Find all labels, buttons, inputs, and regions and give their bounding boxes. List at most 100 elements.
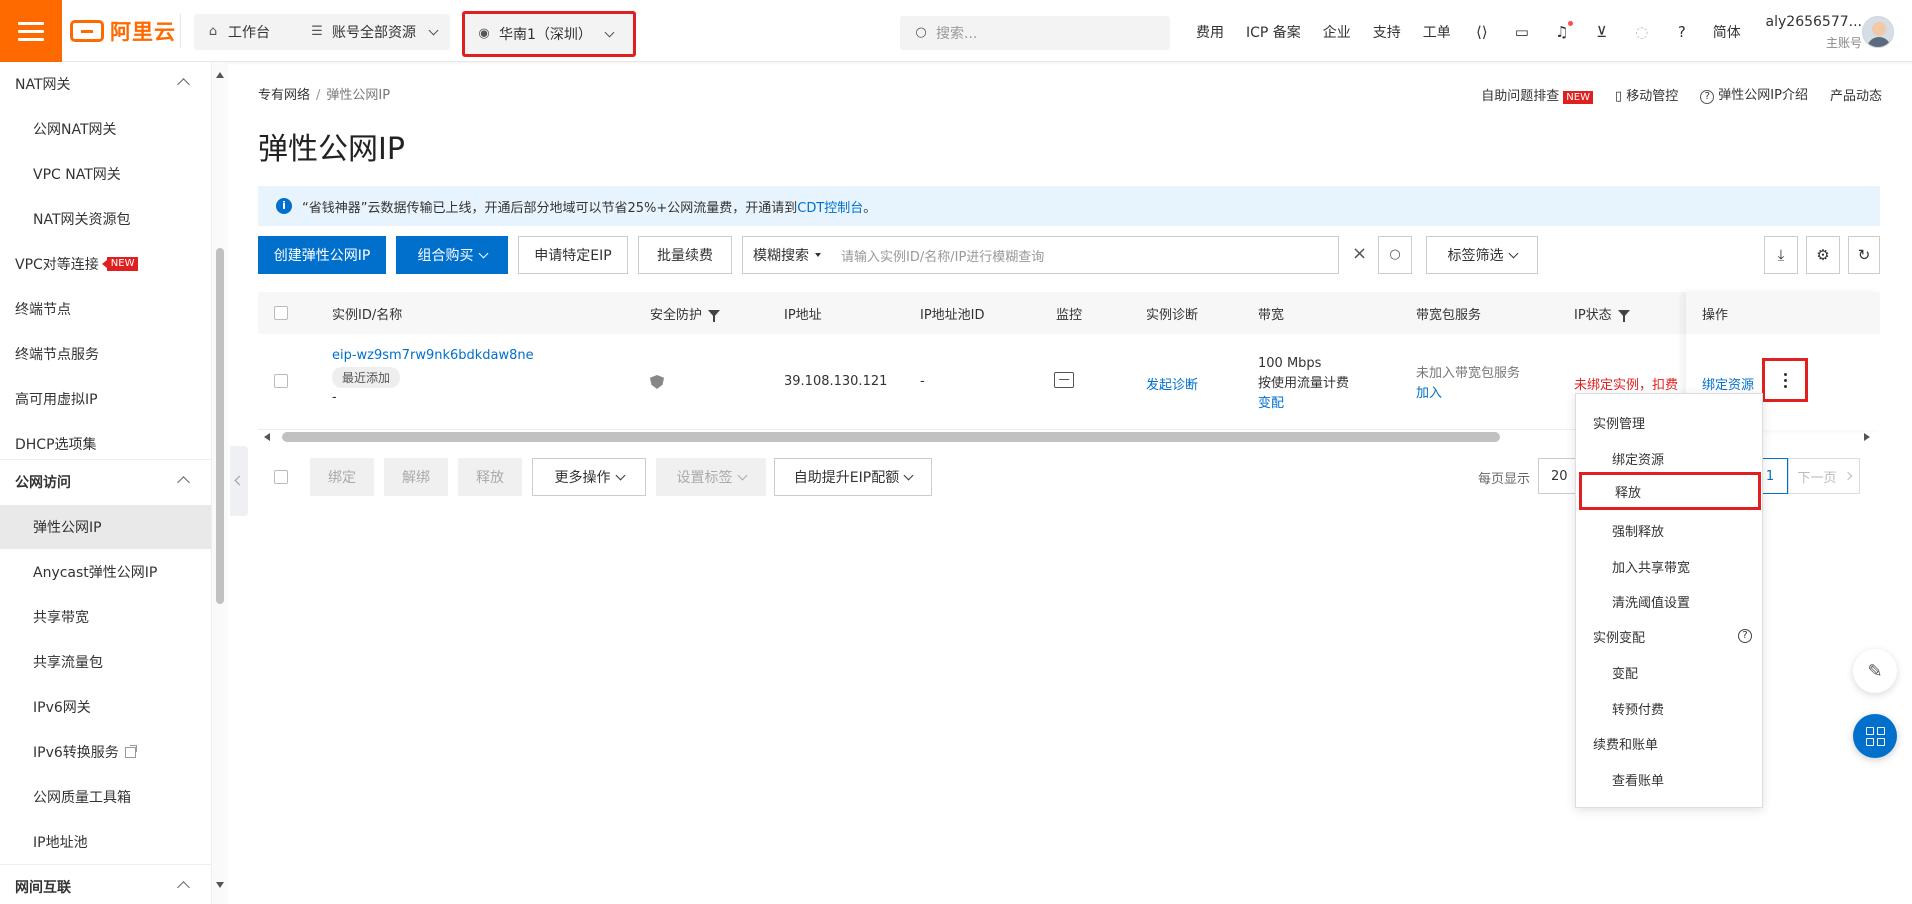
sidebar-item-vpc-nat[interactable]: VPC NAT网关	[0, 152, 211, 196]
scrollbar-thumb[interactable]	[216, 248, 224, 604]
bulk-release-button[interactable]: 释放	[458, 458, 522, 496]
search-button[interactable]: ○	[1378, 236, 1412, 274]
scrollbar-thumb[interactable]	[282, 432, 1500, 442]
sidebar-item-endpoint[interactable]: 终端节点	[0, 287, 211, 331]
apps-button[interactable]	[1853, 714, 1897, 758]
sidebar-collapse-button[interactable]	[230, 446, 248, 516]
row-checkbox[interactable]	[274, 374, 288, 388]
menu-item-convert-prepaid[interactable]: 转预付费	[1576, 690, 1764, 726]
sidebar-item-endpoint-service[interactable]: 终端节点服务	[0, 332, 211, 376]
troubleshoot-link[interactable]: 自助问题排查 NEW	[1481, 85, 1593, 104]
download-button[interactable]: ⤓	[1764, 236, 1798, 274]
scroll-down-icon[interactable]	[216, 882, 224, 888]
batch-renew-button[interactable]: 批量续费	[638, 236, 732, 274]
sidebar-item-ipv6-translation[interactable]: IPv6转换服务	[0, 730, 211, 774]
nav-icp[interactable]: ICP 备案	[1246, 22, 1301, 42]
checkbox[interactable]	[274, 470, 288, 484]
sidebar-group-nat[interactable]: NAT网关	[0, 62, 211, 106]
apply-specific-eip-button[interactable]: 申请特定EIP	[518, 236, 628, 274]
product-news-link[interactable]: 产品动态	[1830, 85, 1882, 104]
chevron-down-icon	[615, 470, 625, 480]
instance-search-input[interactable]: 请输入实例ID/名称/IP进行模糊查询	[827, 236, 1339, 274]
search-mode-select[interactable]: 模糊搜索	[742, 236, 828, 274]
menu-item-change-spec[interactable]: 变配	[1576, 654, 1764, 690]
cdt-console-link[interactable]: CDT控制台	[797, 201, 863, 216]
more-actions-button[interactable]	[1762, 358, 1808, 402]
set-tags-button[interactable]: 设置标签	[656, 458, 766, 496]
help-icon[interactable]: ?	[1673, 23, 1691, 41]
bulk-select-checkbox[interactable]	[274, 470, 288, 484]
sidebar-item-anycast-eip[interactable]: Anycast弹性公网IP	[0, 550, 211, 594]
menu-icon[interactable]	[0, 0, 62, 62]
nav-fees[interactable]: 费用	[1196, 22, 1224, 42]
code-icon[interactable]: ⟨⟩	[1473, 23, 1491, 41]
monitor-chart-icon[interactable]	[1054, 372, 1074, 388]
refresh-button[interactable]: ↻	[1848, 236, 1880, 274]
filter-icon[interactable]	[1617, 309, 1630, 322]
shield-icon[interactable]	[650, 375, 664, 389]
sidebar-item-shared-traffic[interactable]: 共享流量包	[0, 640, 211, 684]
filter-icon[interactable]	[708, 309, 721, 322]
bell-icon[interactable]: ♫	[1553, 21, 1573, 41]
resources-button[interactable]: ☰ 账号全部资源	[298, 14, 450, 50]
lightbulb-icon[interactable]: ◌	[1633, 23, 1651, 41]
feedback-button[interactable]: ✎	[1853, 649, 1897, 693]
more-operations-button[interactable]: 更多操作	[532, 458, 646, 496]
sidebar-item-shared-bandwidth[interactable]: 共享带宽	[0, 595, 211, 639]
settings-button[interactable]: ⚙	[1806, 236, 1840, 274]
sidebar-item-quality-toolbox[interactable]: 公网质量工具箱	[0, 775, 211, 819]
diagnose-link[interactable]: 发起诊断	[1146, 374, 1198, 393]
checkbox[interactable]	[274, 374, 288, 388]
nav-ticket[interactable]: 工单	[1423, 22, 1451, 42]
sidebar-item-ipv6-gateway[interactable]: IPv6网关	[0, 685, 211, 729]
clear-icon[interactable]: ×	[1352, 245, 1368, 263]
bind-resource-link[interactable]: 绑定资源	[1702, 374, 1754, 393]
menu-item-scrubbing-threshold[interactable]: 清洗阈值设置	[1576, 583, 1764, 619]
next-page-button[interactable]: 下一页	[1788, 458, 1860, 494]
aliyun-logo[interactable]: 阿里云	[70, 16, 176, 46]
create-eip-button[interactable]: 创建弹性公网IP	[258, 236, 386, 274]
scroll-up-icon[interactable]	[216, 72, 224, 78]
change-spec-link[interactable]: 变配	[1258, 394, 1349, 414]
account-info[interactable]: aly2656577... 主账号	[1762, 14, 1862, 51]
menu-item-release[interactable]: 释放	[1579, 472, 1761, 510]
instance-id-link[interactable]: eip-wz9sm7rw9nk6bdkdaw8ne	[332, 348, 534, 363]
search-input[interactable]: ○ 搜索...	[900, 16, 1170, 50]
sidebar-item-vpc-peering[interactable]: VPC对等连接 NEW	[0, 242, 211, 286]
breadcrumb-vpc[interactable]: 专有网络	[258, 88, 310, 103]
checkbox[interactable]	[274, 306, 288, 320]
combo-purchase-button[interactable]: 组合购买	[396, 236, 508, 274]
scroll-right-icon[interactable]	[1864, 433, 1870, 441]
sidebar-item-public-nat[interactable]: 公网NAT网关	[0, 107, 211, 151]
sidebar-scrollbar[interactable]	[212, 62, 228, 904]
cart-icon[interactable]: ⊻	[1593, 23, 1611, 41]
scroll-left-icon[interactable]	[264, 433, 270, 441]
select-all-checkbox[interactable]	[274, 292, 288, 334]
avatar[interactable]	[1862, 16, 1894, 48]
mobile-control-link[interactable]: ▯ 移动管控	[1615, 85, 1678, 104]
region-selector[interactable]: ◉ 华南1（深圳）	[462, 11, 636, 57]
language-switch[interactable]: 简体	[1713, 22, 1741, 42]
sidebar-item-ip-pool[interactable]: IP地址池	[0, 820, 211, 864]
menu-item-join-shared-bandwidth[interactable]: 加入共享带宽	[1576, 548, 1764, 584]
sidebar-group-interconnect[interactable]: 网间互联	[0, 865, 211, 904]
bulk-unbind-button[interactable]: 解绑	[384, 458, 448, 496]
menu-item-force-release[interactable]: 强制释放	[1576, 512, 1764, 548]
help-icon[interactable]: ?	[1738, 629, 1752, 643]
sidebar-item-nat-package[interactable]: NAT网关资源包	[0, 197, 211, 241]
ip-pool-id: -	[920, 374, 925, 389]
bulk-bind-button[interactable]: 绑定	[310, 458, 374, 496]
sidebar-group-public-access[interactable]: 公网访问	[0, 460, 211, 504]
eip-intro-link[interactable]: ? 弹性公网IP介绍	[1700, 84, 1808, 104]
menu-item-bind-resource[interactable]: 绑定资源	[1576, 440, 1764, 476]
sidebar-item-havip[interactable]: 高可用虚拟IP	[0, 377, 211, 421]
menu-item-view-bill[interactable]: 查看账单	[1576, 761, 1764, 797]
terminal-icon[interactable]: ▭	[1513, 23, 1531, 41]
nav-support[interactable]: 支持	[1373, 22, 1401, 42]
nav-enterprise[interactable]: 企业	[1323, 22, 1351, 42]
tag-filter-button[interactable]: 标签筛选	[1426, 236, 1538, 274]
workbench-button[interactable]: ⌂ 工作台	[194, 14, 306, 50]
raise-quota-button[interactable]: 自助提升EIP配额	[774, 458, 932, 496]
sidebar-item-eip[interactable]: 弹性公网IP	[0, 505, 211, 549]
join-package-link[interactable]: 加入	[1416, 384, 1520, 404]
